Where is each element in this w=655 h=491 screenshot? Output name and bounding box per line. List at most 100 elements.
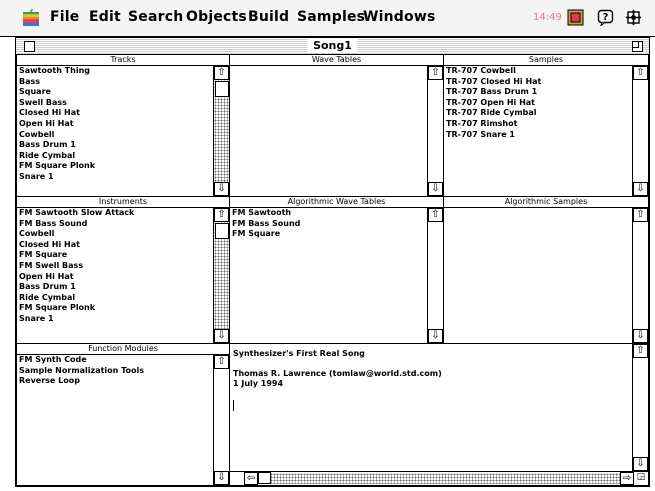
list-item[interactable]: Sawtooth Thing [19,66,211,77]
algorithmic-wave-tables-list[interactable]: FM Sawtooth FM Bass Sound FM Square [232,208,425,343]
list-item[interactable]: Ride Cymbal [19,151,211,162]
list-item[interactable]: FM Square Plonk [19,161,211,172]
menu-edit[interactable]: Edit [89,9,121,25]
scroll-down-arrow-icon[interactable]: ⇩ [428,329,443,343]
samples-list[interactable]: TR-707 Cowbell TR-707 Closed Hi Hat TR-7… [446,66,630,196]
list-item[interactable]: FM Square [232,229,425,240]
list-item[interactable]: TR-707 Bass Drum 1 [446,87,630,98]
instruments-list[interactable]: FM Sawtooth Slow Attack FM Bass Sound Co… [19,208,211,343]
list-item[interactable]: Sample Normalization Tools [19,366,211,377]
algorithmic-wave-tables-scrollbar[interactable]: ⇧ ⇩ [427,208,443,343]
function-modules-list[interactable]: FM Synth Code Sample Normalization Tools… [19,355,211,485]
scroll-up-arrow-icon[interactable]: ⇧ [633,66,648,80]
apple-menu-icon[interactable] [23,9,39,26]
scroll-up-arrow-icon[interactable]: ⇧ [214,66,229,80]
menu-build[interactable]: Build [248,9,289,25]
list-item[interactable]: Swell Bass [19,98,211,109]
wave-tables-scrollbar[interactable]: ⇧ ⇩ [427,66,443,196]
list-item[interactable]: TR-707 Open Hi Hat [446,98,630,109]
instruments-pane: Instruments FM Sawtooth Slow Attack FM B… [16,196,230,344]
scroll-thumb[interactable] [258,472,271,484]
scroll-down-arrow-icon[interactable]: ⇩ [633,182,648,196]
algorithmic-samples-scrollbar[interactable]: ⇧ ⇩ [632,208,648,343]
scroll-up-arrow-icon[interactable]: ⇧ [214,355,229,369]
song-notes-text[interactable]: Synthesizer's First Real Song Thomas R. … [233,349,442,389]
balloon-help-icon[interactable]: ? [597,9,614,26]
tracks-scrollbar[interactable]: ⇧ ⇩ [213,66,229,196]
menu-bar: File Edit Search Objects Build Samples W… [0,0,655,37]
function-modules-header: Function Modules [17,344,229,355]
menubar-clock: 14:49 [533,12,562,23]
scroll-down-arrow-icon[interactable]: ⇩ [428,182,443,196]
list-item[interactable]: TR-707 Closed Hi Hat [446,77,630,88]
scroll-right-arrow-icon[interactable]: ⇨ [620,472,634,485]
scroll-down-arrow-icon[interactable]: ⇩ [214,471,229,485]
scroll-track[interactable] [633,358,648,457]
samples-scrollbar[interactable]: ⇧ ⇩ [632,66,648,196]
list-item[interactable]: TR-707 Ride Cymbal [446,108,630,119]
size-box-icon[interactable]: ◲ [634,472,648,485]
application-menu-icon[interactable] [625,9,642,26]
scroll-track[interactable] [428,80,443,182]
list-item[interactable]: FM Bass Sound [232,219,425,230]
instruments-scrollbar[interactable]: ⇧ ⇩ [213,208,229,343]
zoom-box[interactable] [632,41,643,52]
list-item[interactable]: FM Square [19,250,211,261]
list-item[interactable]: Snare 1 [19,172,211,183]
scroll-up-arrow-icon[interactable]: ⇧ [633,344,648,358]
scroll-down-arrow-icon[interactable]: ⇩ [214,329,229,343]
list-item[interactable]: Cowbell [19,229,211,240]
list-item[interactable]: Ride Cymbal [19,293,211,304]
list-item[interactable]: Open Hi Hat [19,272,211,283]
list-item[interactable]: Snare 1 [19,314,211,325]
window-title-bar[interactable]: Song1 [16,38,649,55]
menu-objects[interactable]: Objects [186,9,247,25]
notes-horizontal-scrollbar[interactable]: ⇦ ⇨ ◲ [230,471,648,485]
list-item[interactable]: Cowbell [19,130,211,141]
scroll-track[interactable] [214,369,229,471]
tracks-list[interactable]: Sawtooth Thing Bass Square Swell Bass Cl… [19,66,211,196]
list-item[interactable]: FM Synth Code [19,355,211,366]
menu-windows[interactable]: Windows [363,9,436,25]
list-item[interactable]: FM Square Plonk [19,303,211,314]
list-item[interactable]: Open Hi Hat [19,119,211,130]
function-modules-scrollbar[interactable]: ⇧ ⇩ [213,355,229,485]
song-notes-pane[interactable]: Synthesizer's First Real Song Thomas R. … [229,343,649,486]
list-item[interactable]: FM Swell Bass [19,261,211,272]
list-item[interactable]: TR-707 Snare 1 [446,130,630,141]
menu-file[interactable]: File [50,9,79,25]
list-item[interactable]: Bass Drum 1 [19,282,211,293]
list-item[interactable]: Closed Hi Hat [19,240,211,251]
list-item[interactable]: FM Sawtooth [232,208,425,219]
application-icon[interactable] [567,9,584,26]
menu-samples[interactable]: Samples [297,9,365,25]
list-item[interactable]: Bass [19,77,211,88]
list-item[interactable]: Closed Hi Hat [19,108,211,119]
scroll-track[interactable] [633,80,648,182]
list-item[interactable]: TR-707 Rimshot [446,119,630,130]
scroll-track[interactable] [258,473,620,484]
scroll-down-arrow-icon[interactable]: ⇩ [633,329,648,343]
scroll-track[interactable] [633,222,648,329]
scroll-left-arrow-icon[interactable]: ⇦ [244,472,258,485]
scroll-thumb[interactable] [215,81,229,97]
list-item[interactable]: FM Sawtooth Slow Attack [19,208,211,219]
scroll-down-arrow-icon[interactable]: ⇩ [214,182,229,196]
scroll-up-arrow-icon[interactable]: ⇧ [428,208,443,222]
notes-vertical-scrollbar[interactable]: ⇧ ⇩ [632,344,648,471]
list-item[interactable]: TR-707 Cowbell [446,66,630,77]
wave-tables-list[interactable] [232,66,425,196]
algorithmic-samples-list[interactable] [446,208,630,343]
scroll-thumb[interactable] [215,223,229,239]
scroll-up-arrow-icon[interactable]: ⇧ [633,208,648,222]
close-box[interactable] [24,41,35,52]
list-item[interactable]: FM Bass Sound [19,219,211,230]
scroll-up-arrow-icon[interactable]: ⇧ [214,208,229,222]
scroll-track[interactable] [428,222,443,329]
list-item[interactable]: Bass Drum 1 [19,140,211,151]
menu-search[interactable]: Search [128,9,183,25]
list-item[interactable]: Square [19,87,211,98]
scroll-up-arrow-icon[interactable]: ⇧ [428,66,443,80]
list-item[interactable]: Reverse Loop [19,376,211,387]
scroll-down-arrow-icon[interactable]: ⇩ [633,457,648,471]
